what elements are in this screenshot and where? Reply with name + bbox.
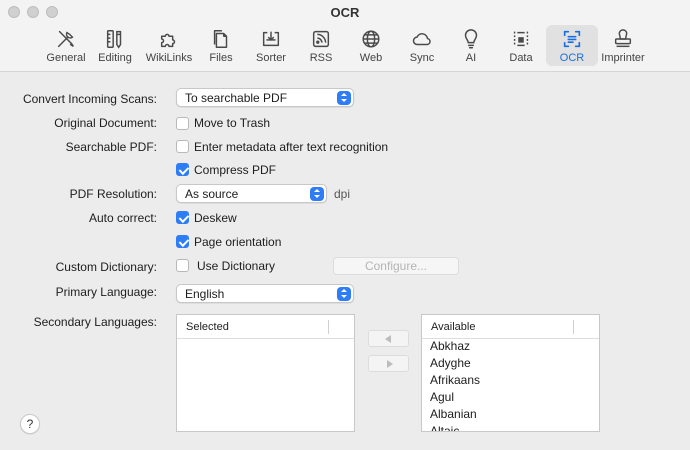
tab-label: General	[46, 52, 86, 64]
tab-label: RSS	[309, 52, 333, 64]
window-title: OCR	[330, 5, 360, 20]
documents-icon	[213, 30, 228, 48]
tab-general[interactable]: General	[40, 25, 92, 66]
convert-value: To searchable PDF	[185, 91, 288, 105]
add-language-button[interactable]	[368, 330, 409, 347]
resolution-value: As source	[185, 187, 239, 201]
available-languages-list[interactable]: Available Abkhaz Adyghe Afrikaans Agul A…	[421, 314, 600, 432]
selected-rows	[177, 339, 354, 431]
list-item[interactable]: Altaic	[422, 423, 599, 431]
preferences-window: OCR General Editing WikiLinks Files Sort…	[0, 0, 690, 450]
resolution-label: PDF Resolution:	[69, 187, 157, 201]
selected-languages-list[interactable]: Selected	[176, 314, 355, 432]
configure-button[interactable]: Configure...	[333, 257, 459, 275]
list-item[interactable]: Albanian	[422, 406, 599, 423]
tab-data[interactable]: Data	[495, 25, 547, 66]
list-item[interactable]: Abkhaz	[422, 338, 599, 355]
tab-web[interactable]: Web	[345, 25, 397, 66]
tab-label: Imprinter	[601, 52, 645, 64]
use-dictionary-label: Use Dictionary	[197, 259, 276, 273]
pencil-ruler-icon	[106, 30, 122, 49]
convert-label: Convert Incoming Scans:	[22, 92, 157, 106]
cloud-icon	[412, 33, 431, 46]
primary-language-value: English	[185, 287, 225, 301]
selected-list-header[interactable]: Selected	[177, 315, 354, 339]
tab-ai[interactable]: AI	[445, 25, 497, 66]
autocorrect-label: Auto correct:	[88, 211, 157, 225]
enter-metadata-label: Enter metadata after text recognition	[194, 140, 389, 154]
column-divider	[573, 320, 574, 334]
globe-icon	[362, 30, 380, 48]
searchable-label: Searchable PDF:	[65, 140, 157, 154]
move-to-trash-checkbox[interactable]	[176, 117, 189, 130]
available-header-label: Available	[431, 321, 476, 333]
tab-sync[interactable]: Sync	[396, 25, 448, 66]
arrow-right-icon	[387, 360, 393, 368]
tab-label: Files	[209, 52, 233, 64]
list-item[interactable]: Agul	[422, 389, 599, 406]
primary-label: Primary Language:	[55, 285, 157, 299]
sorter-tray-icon	[262, 31, 280, 47]
remove-language-button[interactable]	[368, 355, 409, 372]
ocr-scan-icon	[563, 30, 581, 48]
tab-imprinter[interactable]: Imprinter	[597, 25, 649, 66]
deskew-label: Deskew	[194, 211, 237, 225]
arrow-left-icon	[385, 335, 391, 343]
tab-label: OCR	[559, 52, 585, 64]
tab-label: WikiLinks	[145, 52, 193, 64]
stamp-icon	[614, 29, 632, 48]
compress-pdf-checkbox[interactable]	[176, 163, 189, 176]
tab-sorter[interactable]: Sorter	[245, 25, 297, 66]
tab-ocr[interactable]: OCR	[546, 25, 598, 66]
convert-popup[interactable]: To searchable PDF	[176, 88, 354, 107]
secondary-label: Secondary Languages:	[33, 315, 157, 329]
deskew-checkbox[interactable]	[176, 211, 189, 224]
column-divider	[328, 320, 329, 334]
chevron-updown-icon	[337, 91, 351, 105]
toolbar: OCR General Editing WikiLinks Files Sort…	[0, 0, 690, 72]
puzzle-icon	[160, 33, 176, 48]
enter-metadata-checkbox[interactable]	[176, 140, 189, 153]
selected-header-label: Selected	[186, 321, 229, 333]
list-item[interactable]: Adyghe	[422, 355, 599, 372]
tab-label: Web	[359, 52, 383, 64]
page-orientation-checkbox[interactable]	[176, 235, 189, 248]
resolution-popup[interactable]: As source	[176, 184, 327, 203]
primary-language-popup[interactable]: English	[176, 284, 354, 303]
tab-editing[interactable]: Editing	[89, 25, 141, 66]
data-frame-icon	[513, 31, 529, 47]
wrench-screwdriver-icon	[57, 30, 74, 48]
tab-rss[interactable]: RSS	[295, 25, 347, 66]
tab-label: AI	[465, 52, 477, 64]
chevron-updown-icon	[337, 287, 351, 301]
rss-icon	[312, 30, 330, 48]
use-dictionary-checkbox[interactable]	[176, 259, 189, 272]
move-to-trash-label: Move to Trash	[194, 116, 271, 130]
dictionary-label: Custom Dictionary:	[55, 260, 157, 274]
chevron-updown-icon	[310, 187, 324, 201]
dpi-unit: dpi	[334, 187, 351, 201]
compress-pdf-label: Compress PDF	[194, 163, 277, 177]
tab-label: Sync	[409, 52, 435, 64]
original-label: Original Document:	[54, 116, 157, 130]
tab-label: Data	[509, 52, 533, 64]
tab-label: Editing	[98, 52, 132, 64]
tab-wikilinks[interactable]: WikiLinks	[143, 25, 195, 66]
help-button[interactable]: ?	[20, 414, 40, 434]
tab-files[interactable]: Files	[195, 25, 247, 66]
page-orientation-label: Page orientation	[194, 235, 282, 249]
available-rows: Abkhaz Adyghe Afrikaans Agul Albanian Al…	[422, 338, 599, 431]
tab-label: Sorter	[256, 52, 286, 64]
lightbulb-icon	[464, 29, 478, 49]
available-list-header[interactable]: Available	[422, 315, 599, 339]
list-item[interactable]: Afrikaans	[422, 372, 599, 389]
